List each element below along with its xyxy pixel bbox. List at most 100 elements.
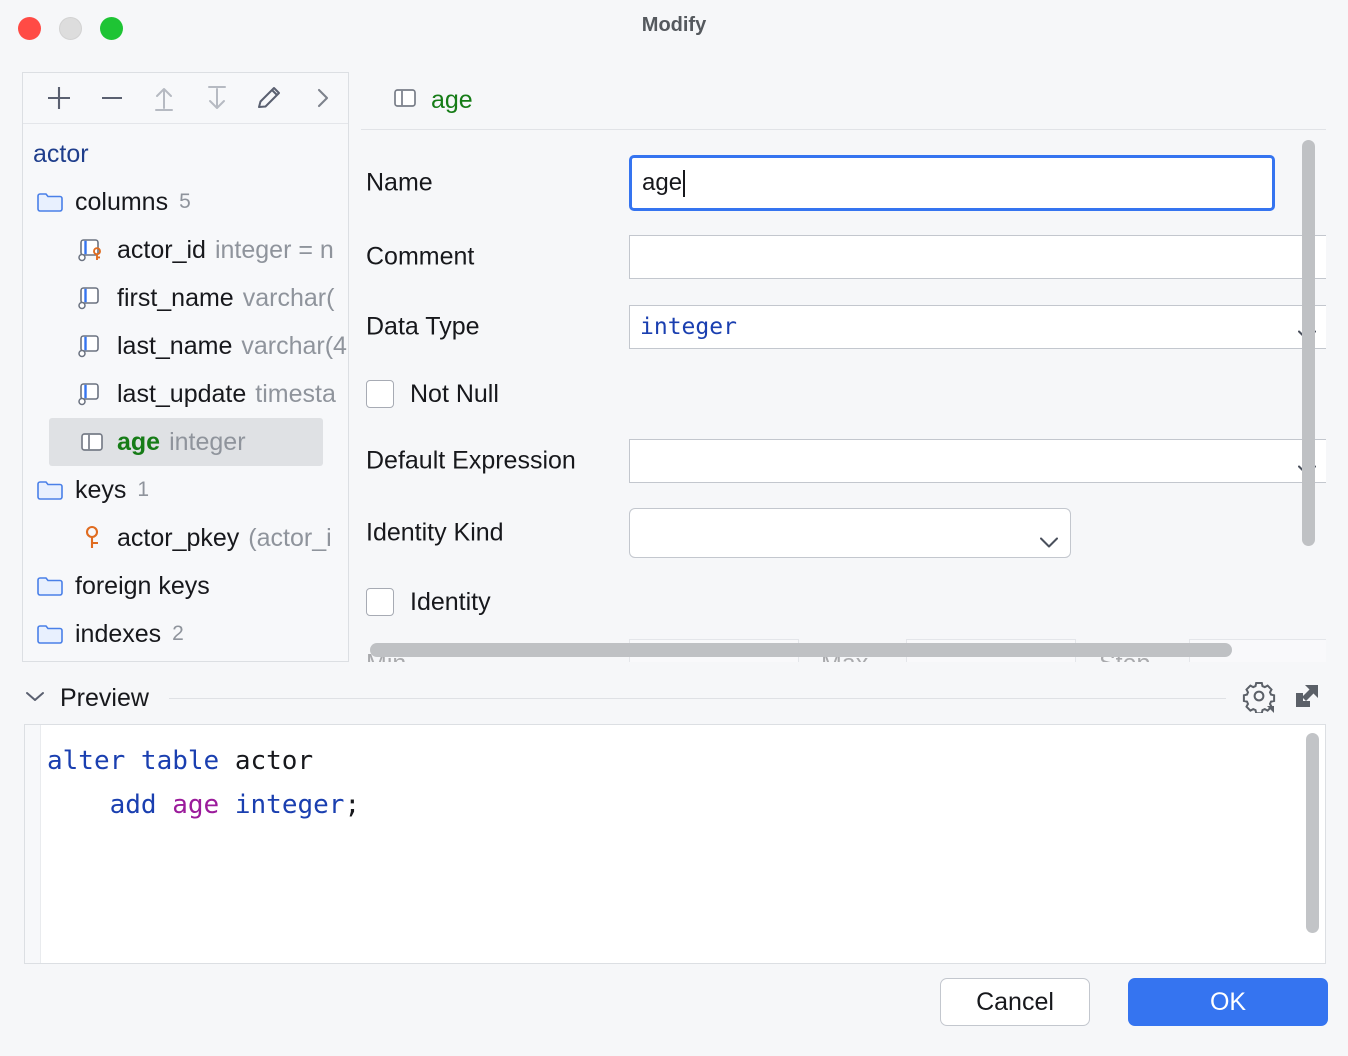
new-column-icon — [391, 86, 419, 115]
tree-item-label: first_name — [117, 284, 234, 313]
tree-item-columns[interactable]: columns 5 — [23, 178, 348, 226]
tree-item-meta: integer = n — [215, 236, 334, 265]
gear-dropdown-icon[interactable] — [1242, 679, 1276, 718]
tree-item-label: foreign keys — [75, 572, 210, 601]
tree-items: actor columns 5 — [23, 124, 348, 658]
tree-item-meta: varchar(4 — [241, 332, 347, 361]
comment-label: Comment — [366, 243, 474, 272]
dialog-footer: Cancel OK — [0, 968, 1348, 1056]
title-bar: Modify — [0, 0, 1348, 57]
tree-item-actor[interactable]: actor — [23, 130, 348, 178]
new-column-icon — [75, 430, 109, 454]
sql-token: integer — [235, 790, 345, 820]
not-null-checkbox[interactable] — [366, 380, 394, 408]
comment-input[interactable] — [629, 235, 1326, 279]
folder-icon — [33, 478, 67, 502]
expand-button[interactable] — [296, 78, 349, 118]
default-expression-combobox[interactable] — [629, 439, 1326, 483]
identity-checkbox[interactable] — [366, 588, 394, 616]
tree-item-last_name[interactable]: last_name varchar(4 — [23, 322, 348, 370]
tree-item-age[interactable]: age integer — [49, 418, 323, 466]
tree-item-count: 2 — [172, 622, 184, 646]
sql-token: ; — [344, 790, 360, 820]
tree-item-count: 5 — [179, 190, 191, 214]
folder-icon — [33, 574, 67, 598]
sql-token — [47, 790, 110, 820]
preview-header: Preview — [24, 676, 1326, 720]
tree-item-keys[interactable]: keys 1 — [23, 466, 348, 514]
default-expression-label: Default Expression — [366, 447, 576, 476]
column-icon — [75, 333, 109, 359]
text-caret — [683, 170, 685, 197]
field-row-not-null: Not Null — [361, 362, 1326, 426]
sql-token: add — [110, 790, 173, 820]
window-title: Modify — [0, 14, 1348, 37]
tree-item-label: last_name — [117, 332, 232, 361]
name-label: Name — [366, 169, 433, 198]
preview-title: Preview — [60, 684, 149, 713]
preview-sql-box[interactable]: alter table actor add age integer; — [24, 724, 1326, 964]
detail-vertical-scrollbar[interactable] — [1302, 140, 1315, 546]
cancel-button[interactable]: Cancel — [940, 978, 1090, 1026]
move-up-button[interactable] — [138, 78, 191, 118]
field-row-identity: Identity — [361, 570, 1326, 634]
tree-item-label: last_update — [117, 380, 246, 409]
column-icon — [75, 285, 109, 311]
tree-item-label: keys — [75, 476, 126, 505]
tree-item-label: columns — [75, 188, 168, 217]
preview-sql-code: alter table actor add age integer; — [47, 739, 360, 827]
field-row-data-type: Data Type integer — [361, 292, 1326, 362]
chevron-down-icon — [1040, 528, 1058, 539]
tree-item-count: 1 — [137, 478, 149, 502]
not-null-label: Not Null — [410, 380, 499, 409]
sql-token: age — [172, 790, 235, 820]
ok-button[interactable]: OK — [1128, 978, 1328, 1026]
tree-item-last_update[interactable]: last_update timesta — [23, 370, 348, 418]
field-row-name: Name age — [361, 144, 1326, 222]
column-key-icon — [75, 237, 109, 263]
key-icon — [75, 524, 109, 552]
tree-item-meta: (actor_i — [248, 524, 331, 553]
chevron-down-icon[interactable] — [24, 689, 46, 708]
data-type-label: Data Type — [366, 313, 480, 342]
field-row-comment: Comment — [361, 222, 1326, 292]
modify-dialog: Modify actor — [0, 0, 1348, 1056]
field-row-identity-kind: Identity Kind — [361, 496, 1326, 570]
tree-item-meta: varchar( — [243, 284, 335, 313]
edit-button[interactable] — [243, 78, 296, 118]
tree-item-label: actor — [33, 140, 89, 169]
tree-item-label: actor_pkey — [117, 524, 239, 553]
add-button[interactable] — [33, 78, 86, 118]
preview-vertical-scrollbar[interactable] — [1306, 733, 1319, 933]
preview-divider — [169, 698, 1226, 699]
data-type-value: integer — [640, 314, 737, 340]
data-type-combobox[interactable]: integer — [629, 305, 1326, 349]
column-properties-panel: age Name age Comment Data Type — [361, 72, 1326, 662]
tree-item-indexes[interactable]: indexes 2 — [23, 610, 348, 658]
tree-item-label: indexes — [75, 620, 161, 649]
identity-label: Identity — [410, 588, 491, 617]
column-icon — [75, 381, 109, 407]
identity-kind-label: Identity Kind — [366, 519, 504, 548]
detail-horizontal-scrollbar[interactable] — [370, 643, 1232, 657]
name-input[interactable]: age — [629, 155, 1275, 211]
tree-item-label: age — [117, 428, 160, 457]
tree-item-meta: integer — [169, 428, 245, 457]
tree-item-actor_pkey[interactable]: actor_pkey (actor_i — [23, 514, 348, 562]
identity-kind-combobox[interactable] — [629, 508, 1071, 558]
tree-toolbar — [23, 73, 348, 124]
folder-icon — [33, 190, 67, 214]
editor-gutter — [25, 725, 41, 963]
tree-item-foreign-keys[interactable]: foreign keys — [23, 562, 348, 610]
tree-item-actor_id[interactable]: actor_id integer = n — [23, 226, 348, 274]
remove-button[interactable] — [86, 78, 139, 118]
name-input-value: age — [642, 169, 682, 197]
external-link-icon[interactable] — [1292, 681, 1322, 716]
tree-item-first_name[interactable]: first_name varchar( — [23, 274, 348, 322]
folder-icon — [33, 622, 67, 646]
move-down-button[interactable] — [191, 78, 244, 118]
sql-token: actor — [235, 746, 313, 776]
object-tree-panel: actor columns 5 — [22, 72, 349, 662]
sql-token: alter table — [47, 746, 235, 776]
detail-header-title: age — [431, 86, 473, 115]
